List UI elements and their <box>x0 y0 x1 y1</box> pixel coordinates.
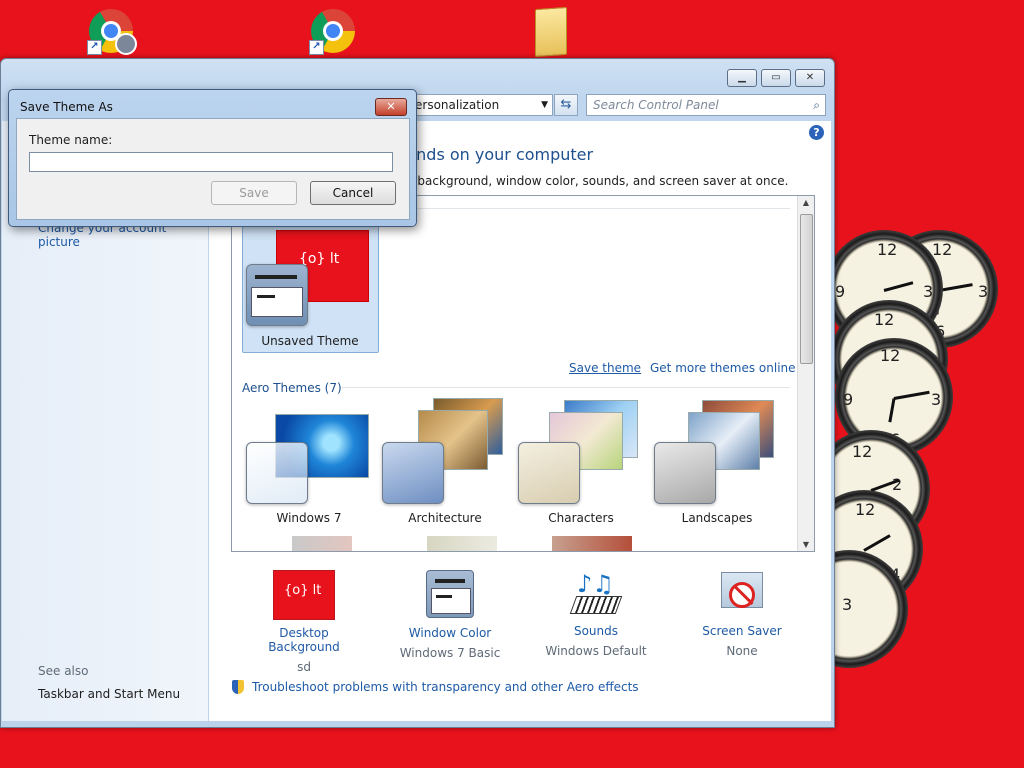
window-color-icon <box>426 570 474 618</box>
taskbar-link[interactable]: Taskbar and Start Menu <box>38 687 180 701</box>
save-button[interactable]: Save <box>211 181 297 205</box>
dialog-close-button[interactable]: ✕ <box>375 98 407 116</box>
theme-item-characters[interactable]: Characters <box>514 400 649 533</box>
screen-saver-value: None <box>726 644 758 658</box>
screen-saver-button[interactable]: Screen Saver None <box>682 570 802 658</box>
theme-wallpaper <box>427 536 497 551</box>
maximize-button[interactable]: ▭ <box>761 69 791 87</box>
screen-saver-title[interactable]: Screen Saver <box>682 624 802 638</box>
theme-item-windows7[interactable]: Windows 7 <box>242 408 377 533</box>
theme-list: {o} lt Unsaved Theme Save theme Get more… <box>231 195 815 552</box>
profile-badge-icon <box>115 33 137 55</box>
aero-themes-heading: Aero Themes (7) <box>242 381 342 395</box>
scroll-thumb[interactable] <box>800 214 813 364</box>
folder-icon[interactable] <box>535 6 567 58</box>
theme-wallpaper <box>292 536 352 551</box>
search-input[interactable]: Search Control Panel ⌕ <box>586 94 826 116</box>
desktop-background-icon: {o} lt <box>273 570 335 620</box>
search-placeholder: Search Control Panel <box>593 98 719 112</box>
window-color-title[interactable]: Window Color <box>390 626 510 640</box>
page-heading: unds on your computer <box>406 145 594 164</box>
scroll-down-icon[interactable]: ▼ <box>798 540 814 549</box>
theme-wallpaper <box>552 536 632 551</box>
desktop-background-value: sd <box>297 660 311 674</box>
theme-label: Architecture <box>408 511 482 525</box>
help-icon[interactable]: ? <box>809 125 824 140</box>
window-color-swatch <box>246 442 308 504</box>
sounds-title[interactable]: Sounds <box>536 624 656 638</box>
theme-name-label: Theme name: <box>29 133 113 147</box>
chrome-shortcut-icon[interactable]: ↗ <box>309 9 355 55</box>
vertical-scrollbar[interactable]: ▲ ▼ <box>797 196 814 551</box>
desktop-background-title[interactable]: Desktop Background <box>244 626 364 654</box>
theme-label: Unsaved Theme <box>261 334 359 348</box>
minimize-button[interactable]: ▁ <box>727 69 757 87</box>
shortcut-arrow-icon: ↗ <box>309 40 324 55</box>
desktop-background-button[interactable]: {o} lt Desktop Background sd <box>244 570 364 674</box>
divider <box>342 387 790 388</box>
scroll-up-icon[interactable]: ▲ <box>798 198 814 207</box>
page-subheading: p background, window color, sounds, and … <box>406 174 789 188</box>
theme-label: Characters <box>548 511 614 525</box>
search-icon[interactable]: ⌕ <box>813 95 820 115</box>
screen-saver-icon <box>719 570 765 616</box>
sounds-icon: ♪♫ <box>569 570 623 618</box>
sounds-button[interactable]: ♪♫ Sounds Windows Default <box>536 570 656 658</box>
theme-label: Windows 7 <box>276 511 342 525</box>
cancel-button[interactable]: Cancel <box>310 181 396 205</box>
window-color-swatch <box>382 442 444 504</box>
get-more-themes-link[interactable]: Get more themes online <box>650 361 796 375</box>
dialog-title: Save Theme As <box>20 100 113 114</box>
save-theme-link[interactable]: Save theme <box>569 361 641 375</box>
dialog-body: Theme name: Save Cancel <box>16 118 410 220</box>
theme-item-unsaved[interactable]: {o} lt Unsaved Theme <box>242 223 379 353</box>
chrome-profile-shortcut-icon[interactable]: ↗ <box>87 9 137 55</box>
close-button[interactable]: ✕ <box>795 69 825 87</box>
refresh-icon[interactable]: ⇆ <box>554 94 578 116</box>
window-color-swatch <box>518 442 580 504</box>
theme-label: Landscapes <box>681 511 753 525</box>
shield-icon <box>232 680 244 694</box>
window-color-button[interactable]: Window Color Windows 7 Basic <box>390 570 510 660</box>
chevron-down-icon[interactable]: ▼ <box>541 95 548 115</box>
sounds-value: Windows Default <box>545 644 647 658</box>
address-bar[interactable]: ersonalization ▼ <box>406 94 553 116</box>
theme-name-input[interactable] <box>29 152 393 172</box>
see-also-label: See also <box>38 664 89 678</box>
window-color-swatch <box>654 442 716 504</box>
window-color-swatch <box>246 264 308 326</box>
window-color-value: Windows 7 Basic <box>399 646 501 660</box>
shortcut-arrow-icon: ↗ <box>87 40 102 55</box>
troubleshoot-link[interactable]: Troubleshoot problems with transparency … <box>252 680 639 694</box>
theme-item-architecture[interactable]: Architecture <box>378 398 513 533</box>
address-text: ersonalization <box>415 98 500 112</box>
save-theme-dialog: Save Theme As ✕ Theme name: Save Cancel <box>8 89 417 227</box>
theme-item-landscapes[interactable]: Landscapes <box>650 400 785 533</box>
